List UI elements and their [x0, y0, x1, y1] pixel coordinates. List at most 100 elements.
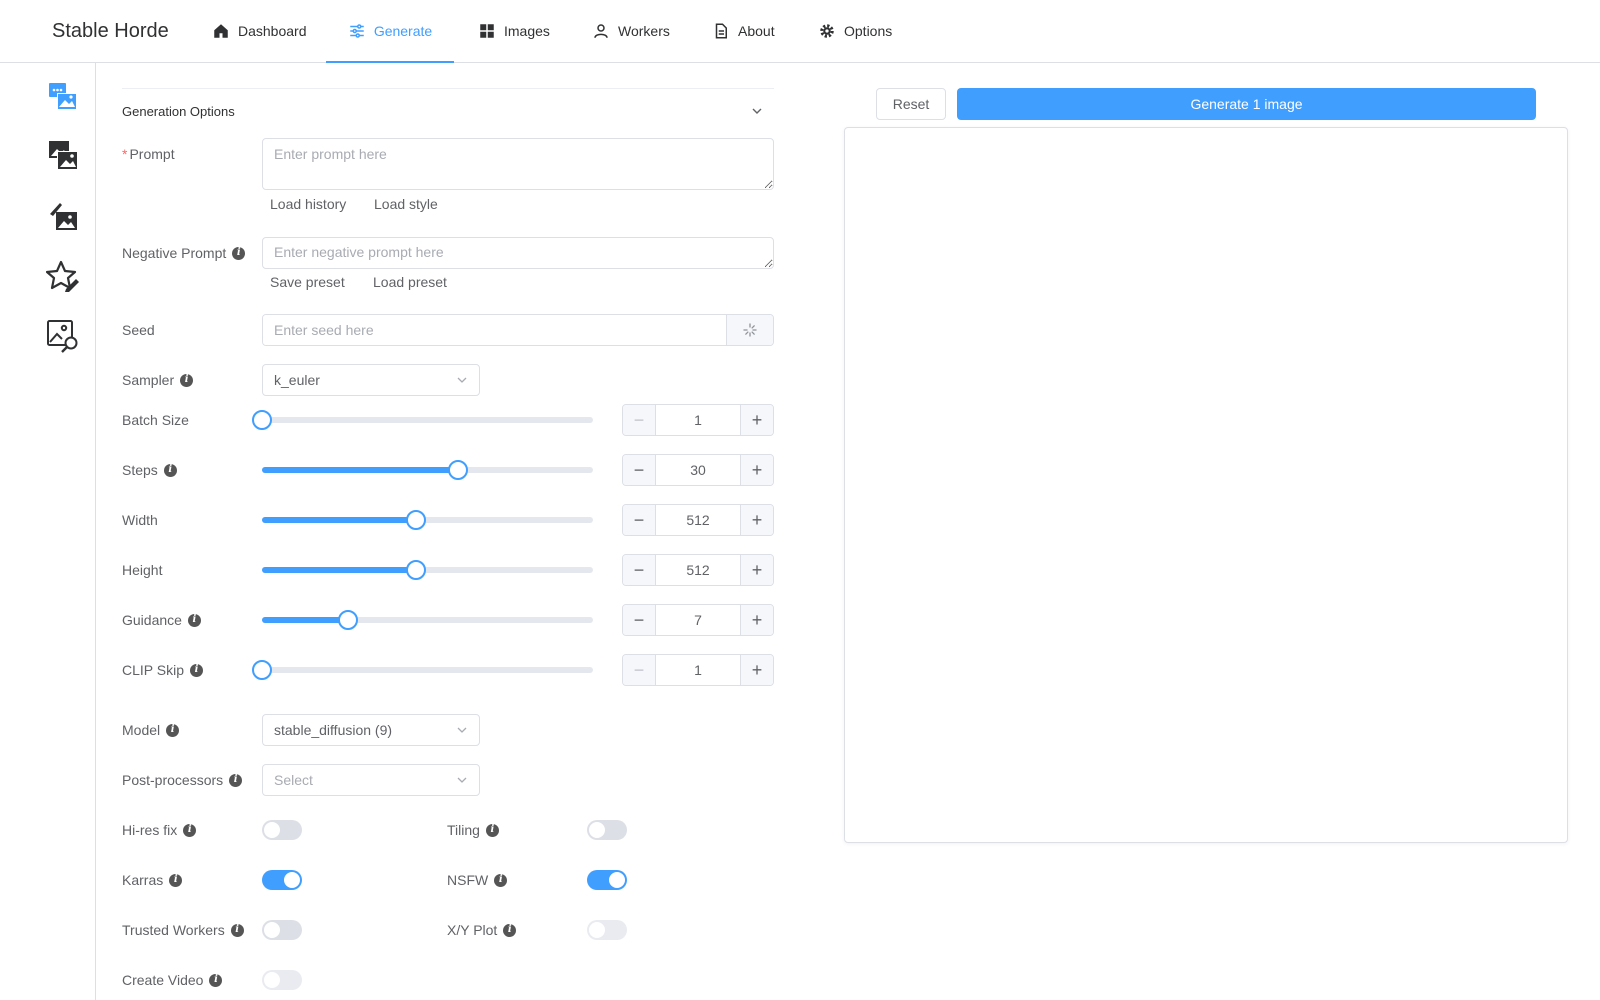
info-icon[interactable]: i — [494, 873, 508, 887]
post-processors-label-text: Post-processors — [122, 772, 224, 788]
decrement-button[interactable]: − — [623, 505, 656, 535]
post-processors-select[interactable]: Select — [262, 764, 480, 796]
nav-workers[interactable]: Workers — [592, 0, 670, 62]
steps-slider[interactable] — [262, 459, 593, 480]
seed-label: Seed — [122, 320, 155, 340]
clip_skip-value[interactable]: 1 — [656, 655, 740, 685]
nsfw-label: NSFW i — [447, 870, 508, 890]
sampler-label-text: Sampler — [122, 372, 175, 388]
info-icon[interactable]: i — [183, 823, 197, 837]
increment-button[interactable]: + — [740, 555, 773, 585]
decrement-button[interactable]: − — [623, 605, 656, 635]
image-preview-panel — [844, 127, 1568, 843]
batch_size-slider[interactable] — [252, 409, 593, 430]
info-icon[interactable]: i — [187, 613, 201, 627]
star-edit-icon[interactable] — [46, 259, 80, 293]
height-value[interactable]: 512 — [656, 555, 740, 585]
hi-res-fix-toggle[interactable] — [262, 820, 302, 840]
increment-button[interactable]: + — [740, 455, 773, 485]
karras-toggle[interactable] — [262, 870, 302, 890]
chevron-down-icon[interactable] — [750, 104, 764, 118]
nav-options[interactable]: Options — [818, 0, 892, 62]
decrement-button[interactable]: − — [623, 455, 656, 485]
slider-handle[interactable] — [447, 460, 468, 480]
post-processors-placeholder: Select — [274, 772, 313, 788]
generation-options-title[interactable]: Generation Options — [122, 104, 235, 119]
negative-prompt-input[interactable] — [262, 237, 774, 269]
load-preset-button[interactable]: Load preset — [373, 274, 447, 290]
hi-res-fix-label-text: Hi-res fix — [122, 822, 178, 838]
decrement-button[interactable]: − — [623, 655, 656, 685]
width-slider[interactable] — [262, 509, 593, 530]
guidance-label: Guidance i — [122, 610, 201, 630]
save-preset-button[interactable]: Save preset — [270, 274, 345, 290]
load-style-button[interactable]: Load style — [374, 196, 438, 212]
width-stepper: −512 + — [622, 504, 774, 536]
create-video-toggle[interactable] — [262, 970, 302, 990]
tiling-toggle[interactable] — [587, 820, 627, 840]
random-seed-button[interactable] — [726, 315, 773, 345]
guidance-value[interactable]: 7 — [656, 605, 740, 635]
nsfw-toggle[interactable] — [587, 870, 627, 890]
info-icon[interactable]: i — [229, 773, 243, 787]
inpainting-icon[interactable] — [46, 199, 80, 233]
image-search-icon[interactable] — [46, 319, 80, 353]
height-slider[interactable] — [262, 559, 593, 580]
generate-button[interactable]: Generate 1 image — [957, 88, 1536, 120]
toggle-knob — [264, 972, 280, 988]
load-history-button[interactable]: Load history — [270, 196, 346, 212]
slider-handle[interactable] — [406, 510, 427, 530]
steps-value[interactable]: 30 — [656, 455, 740, 485]
image-to-image-icon[interactable] — [46, 139, 80, 173]
info-icon[interactable]: i — [166, 723, 180, 737]
info-icon[interactable]: i — [230, 923, 244, 937]
slider-handle[interactable] — [406, 560, 427, 580]
document-icon — [715, 23, 727, 39]
info-icon[interactable]: i — [503, 923, 517, 937]
increment-button[interactable]: + — [740, 405, 773, 435]
clip_skip-slider[interactable] — [252, 659, 593, 680]
text-to-image-icon[interactable] — [46, 80, 80, 114]
increment-button[interactable]: + — [740, 605, 773, 635]
chevron-down-icon — [457, 777, 467, 783]
brand-title[interactable]: Stable Horde — [52, 20, 169, 43]
sampler-select[interactable]: k_euler — [262, 364, 480, 396]
info-icon[interactable]: i — [190, 663, 203, 677]
info-icon[interactable]: i — [209, 973, 223, 987]
decrement-button[interactable]: − — [623, 555, 656, 585]
model-label-text: Model — [122, 722, 161, 738]
batch_size-value[interactable]: 1 — [656, 405, 740, 435]
seed-input[interactable] — [263, 315, 726, 345]
info-icon[interactable]: i — [232, 246, 246, 260]
nav-dashboard[interactable]: Dashboard — [212, 0, 307, 62]
x-y-plot-toggle[interactable] — [587, 920, 627, 940]
increment-button[interactable]: + — [740, 655, 773, 685]
slider-handle[interactable] — [252, 660, 272, 680]
width-value[interactable]: 512 — [656, 505, 740, 535]
decrement-button[interactable]: − — [623, 405, 656, 435]
increment-button[interactable]: + — [740, 505, 773, 535]
toggle-knob — [589, 822, 605, 838]
model-value: stable_diffusion (9) — [274, 722, 393, 738]
model-label: Model i — [122, 720, 180, 740]
reset-button[interactable]: Reset — [876, 88, 946, 120]
trusted-workers-label: Trusted Workers i — [122, 920, 244, 940]
info-icon[interactable]: i — [180, 373, 194, 387]
nav-generate[interactable]: Generate — [326, 0, 454, 63]
guidance-slider[interactable] — [262, 609, 593, 630]
nav-images[interactable]: Images — [478, 0, 550, 62]
model-select[interactable]: stable_diffusion (9) — [262, 714, 480, 746]
slider-fill — [262, 617, 349, 623]
home-icon — [214, 24, 228, 38]
info-icon[interactable]: i — [163, 463, 177, 477]
nav-about[interactable]: About — [712, 0, 775, 62]
info-icon[interactable]: i — [169, 873, 183, 887]
info-icon[interactable]: i — [485, 823, 499, 837]
slider-handle[interactable] — [338, 610, 359, 630]
slider-handle[interactable] — [252, 410, 272, 430]
prompt-label: * Prompt — [122, 144, 175, 164]
toggle-knob — [284, 872, 300, 888]
trusted-workers-toggle[interactable] — [262, 920, 302, 940]
clip_skip-stepper: −1 + — [622, 654, 774, 686]
prompt-input[interactable] — [262, 138, 774, 190]
